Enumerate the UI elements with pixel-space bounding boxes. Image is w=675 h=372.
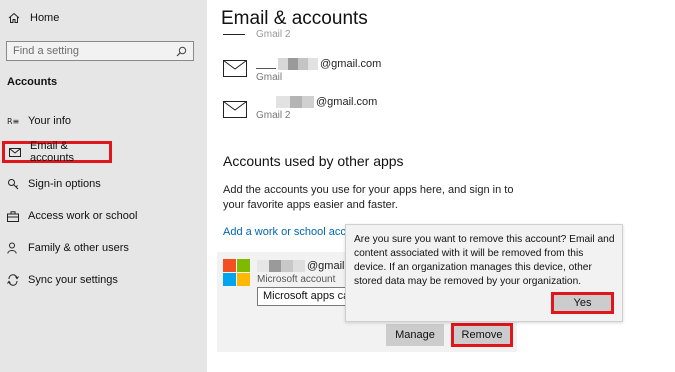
redacted-block: [288, 58, 298, 70]
account-label: Gmail 2: [256, 29, 291, 40]
account-email-suffix: @gmail.com: [316, 96, 378, 108]
search-icon[interactable]: [176, 46, 187, 57]
redacted-block: [269, 260, 281, 272]
sidebar-item-access-work[interactable]: Access work or school: [0, 205, 200, 227]
sidebar-item-label: Sync your settings: [28, 274, 118, 286]
sidebar-item-sign-in-options[interactable]: Sign-in options: [0, 173, 200, 195]
redacted-block: [293, 260, 305, 272]
app-account-email: @gmail: [257, 260, 344, 272]
add-work-school-link[interactable]: Add a work or school accou: [223, 226, 358, 238]
search-input[interactable]: [13, 45, 176, 57]
mail-icon: [9, 146, 21, 158]
section-heading: Accounts used by other apps: [223, 153, 404, 169]
redacted-block: [290, 96, 302, 108]
account-email: @gmail.com: [256, 96, 377, 108]
page-title: Email & accounts: [221, 8, 368, 29]
redacted-underline: [256, 67, 276, 69]
sidebar-item-label: Email & accounts: [30, 140, 75, 164]
home-icon: [8, 12, 20, 23]
remove-account-dialog: Are you sure you want to remove this acc…: [345, 224, 623, 322]
account-label: Gmail: [256, 72, 283, 83]
sidebar-item-sync[interactable]: Sync your settings: [0, 269, 200, 291]
sidebar-item-email-accounts[interactable]: Email & accounts: [2, 140, 112, 164]
account-email: @gmail.com: [256, 58, 381, 70]
sidebar-item-family[interactable]: Family & other users: [0, 237, 200, 259]
mail-icon: [223, 60, 247, 77]
mail-icon: [223, 34, 245, 35]
redacted-block: [281, 260, 293, 272]
yes-button[interactable]: Yes: [551, 292, 614, 314]
svg-text:R≡: R≡: [7, 117, 19, 126]
redacted-block: [298, 58, 308, 70]
sidebar-item-label: Access work or school: [28, 210, 138, 222]
sidebar-item-label: Sign-in options: [28, 178, 101, 190]
sidebar-item-label: Family & other users: [28, 242, 129, 254]
redacted-block: [308, 58, 318, 70]
manage-button[interactable]: Manage: [386, 324, 444, 346]
sidebar-item-label: Your info: [28, 115, 72, 127]
account-label: Gmail 2: [256, 110, 291, 121]
section-title: Accounts: [7, 76, 58, 88]
person-card-icon: R≡: [7, 115, 19, 127]
account-email-suffix: @gmail.com: [320, 58, 382, 70]
sidebar: Home Accounts R≡ Your info Email & accou…: [0, 0, 207, 372]
mail-icon: [223, 101, 247, 118]
section-description: Add the accounts you use for your apps h…: [223, 184, 514, 211]
key-icon: [7, 178, 19, 190]
remove-button[interactable]: Remove: [451, 323, 513, 347]
dialog-message: Are you sure you want to remove this acc…: [354, 234, 615, 287]
home-link[interactable]: Home: [8, 12, 59, 24]
home-label: Home: [30, 12, 60, 24]
sync-icon: [7, 274, 19, 286]
microsoft-logo-icon: [223, 259, 250, 286]
redacted-block: [257, 260, 269, 272]
app-account-email-suffix: @gmail: [307, 260, 345, 272]
main-content: Email & accounts Gmail 2 @gmail.com Gmai…: [207, 0, 675, 372]
redacted-block: [276, 96, 290, 108]
redacted-block: [278, 58, 288, 70]
account-type: Microsoft account: [257, 274, 336, 285]
search-box[interactable]: [6, 41, 194, 61]
sidebar-item-your-info[interactable]: R≡ Your info: [0, 110, 200, 132]
person-add-icon: [7, 242, 19, 254]
briefcase-icon: [7, 210, 19, 222]
redacted-block: [302, 96, 314, 108]
